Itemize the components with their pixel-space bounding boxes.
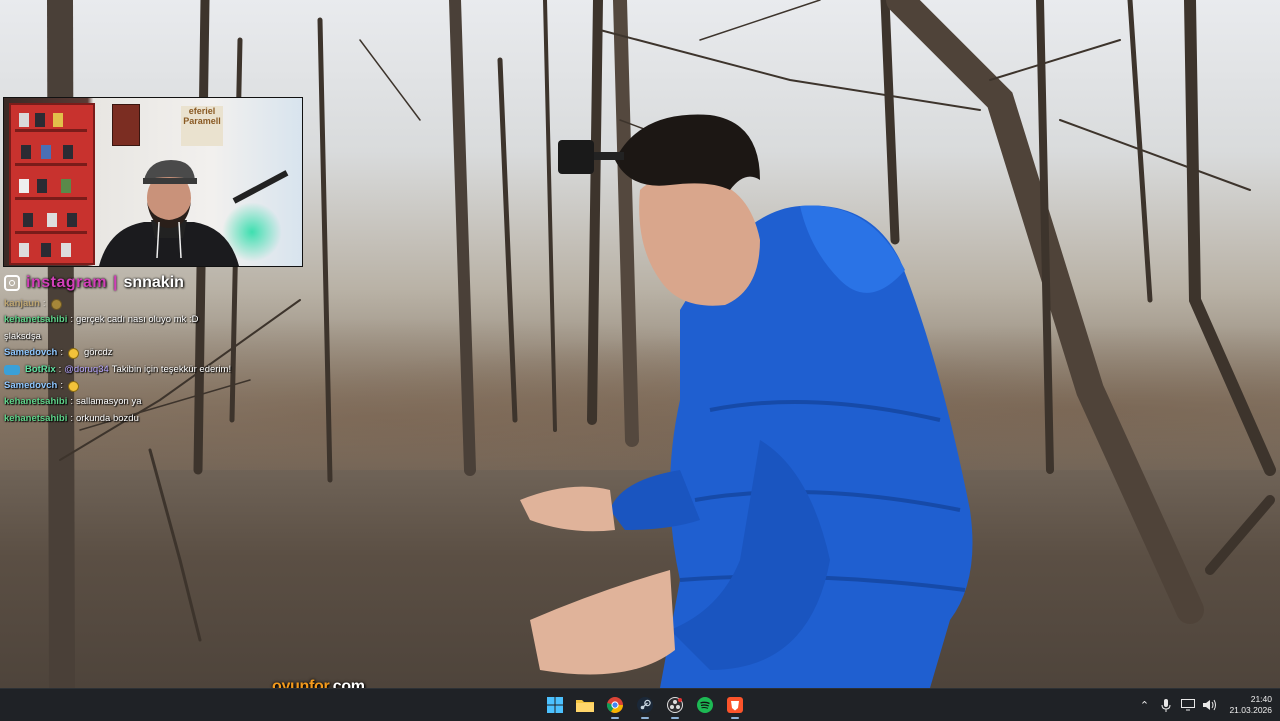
chat-text: sallamasyon ya bbox=[76, 396, 142, 408]
microphone-icon[interactable] bbox=[1159, 698, 1173, 712]
chat-message: Samedovch : görcdz bbox=[4, 345, 324, 361]
clock-date: 21.03.2026 bbox=[1229, 705, 1272, 715]
chat-text: şlaksdşa bbox=[4, 330, 41, 342]
chat-message: Samedovch : bbox=[4, 378, 324, 394]
microphone-arm bbox=[232, 170, 289, 204]
steam-icon bbox=[637, 697, 653, 713]
instagram-handle: snnakin bbox=[123, 274, 184, 291]
system-tray: ⌃ 21:40 21.03.2026 bbox=[1137, 689, 1272, 721]
obs-button[interactable] bbox=[660, 689, 690, 721]
taskbar-clock[interactable]: 21:40 21.03.2026 bbox=[1229, 694, 1272, 716]
chat-separator: : bbox=[70, 396, 73, 408]
file-explorer-button[interactable] bbox=[570, 689, 600, 721]
chat-message: BotRix : @doruq34 Takibin için teşekkür … bbox=[4, 362, 324, 378]
chat-separator: : bbox=[60, 380, 63, 392]
chat-text: orkunda bozdu bbox=[76, 412, 139, 424]
chat-separator: : bbox=[42, 298, 46, 309]
instagram-label: instagram bbox=[26, 274, 107, 291]
chat-username: Samedovch bbox=[4, 347, 58, 359]
brave-icon bbox=[727, 697, 743, 713]
brave-button[interactable] bbox=[720, 689, 750, 721]
collectibles-shelf bbox=[9, 103, 95, 265]
chat-message: kanjaun : bbox=[4, 296, 324, 312]
emote-icon bbox=[67, 380, 79, 392]
chat-text: görcdz bbox=[83, 347, 113, 359]
chat-message: şlaksdşa bbox=[4, 329, 324, 345]
streamer-figure bbox=[99, 160, 239, 266]
display-icon[interactable] bbox=[1181, 698, 1196, 712]
instagram-separator: | bbox=[112, 274, 118, 291]
obs-icon bbox=[667, 697, 683, 713]
chat-text: Takibin için teşekkür ederim! bbox=[111, 363, 232, 375]
presenter-figure bbox=[520, 114, 973, 688]
chat-message: kehanetsahibi : sallamasyon ya bbox=[4, 394, 324, 410]
spotify-icon bbox=[697, 697, 713, 713]
wall-poster bbox=[112, 104, 140, 146]
chat-username: kanjaun bbox=[4, 298, 40, 309]
chat-message: kehanetsahibi : orkunda bozdu bbox=[4, 411, 324, 427]
emote-icon bbox=[50, 298, 62, 310]
wall-sign-line2: Paramell bbox=[183, 116, 221, 126]
chat-text: gerçek cadı nası oluyo mk :D bbox=[76, 314, 199, 326]
chat-separator: : bbox=[60, 347, 63, 359]
taskbar-apps bbox=[540, 689, 750, 721]
chat-separator: : bbox=[58, 363, 62, 375]
chat-username: BotRix bbox=[25, 363, 56, 375]
folder-icon bbox=[576, 700, 594, 712]
instagram-icon bbox=[4, 275, 20, 291]
clock-time: 21:40 bbox=[1250, 694, 1272, 704]
streamer-webcam: eferiel Paramell bbox=[3, 97, 303, 267]
windows-taskbar: ⌃ 21:40 21.03.2026 bbox=[0, 688, 1280, 721]
chat-mention: @doruq34 bbox=[64, 363, 109, 375]
windows-icon bbox=[547, 697, 563, 713]
steam-button[interactable] bbox=[630, 689, 660, 721]
bot-badge-icon bbox=[4, 364, 20, 375]
start-button[interactable] bbox=[540, 689, 570, 721]
chat-separator: : bbox=[70, 412, 73, 424]
instagram-banner: instagram | snnakin bbox=[4, 272, 184, 294]
chat-username: kehanetsahibi bbox=[4, 314, 68, 326]
chat-username: kehanetsahibi bbox=[4, 396, 68, 408]
chat-message: kehanetsahibi : gerçek cadı nası oluyo m… bbox=[4, 312, 324, 328]
volume-icon[interactable] bbox=[1203, 698, 1217, 712]
wall-sign-line1: eferiel bbox=[188, 106, 216, 116]
emote-icon bbox=[67, 347, 79, 359]
chrome-icon bbox=[607, 697, 623, 713]
stream-chat: kanjaun : kehanetsahibi : gerçek cadı na… bbox=[4, 296, 324, 427]
chat-username: kehanetsahibi bbox=[4, 412, 68, 424]
chat-username: Samedovch bbox=[4, 380, 58, 392]
spotify-button[interactable] bbox=[690, 689, 720, 721]
chrome-button[interactable] bbox=[600, 689, 630, 721]
wall-sign: eferiel Paramell bbox=[181, 106, 223, 146]
chevron-up-icon[interactable]: ⌃ bbox=[1137, 698, 1151, 712]
chat-separator: : bbox=[70, 314, 73, 326]
